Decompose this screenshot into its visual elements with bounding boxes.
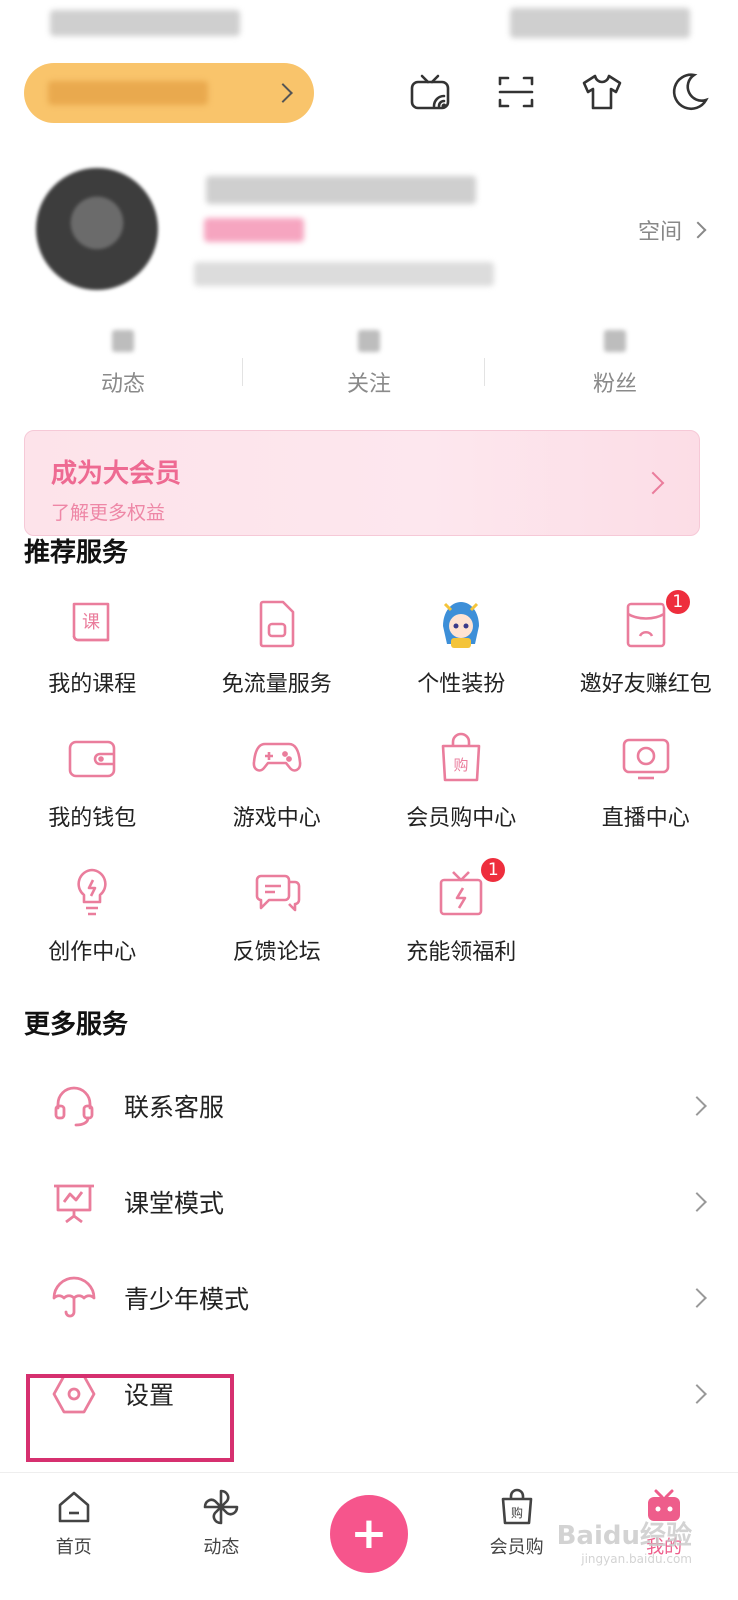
vip-status-text-redacted (48, 81, 208, 105)
settings-highlight-box (26, 1374, 234, 1462)
nav-publish[interactable]: + (295, 1473, 443, 1600)
avatar[interactable] (36, 168, 158, 290)
nav-label: 动态 (203, 1537, 240, 1558)
username-redacted (206, 176, 476, 204)
space-link[interactable]: 空间 (637, 214, 707, 246)
nav-label: 首页 (55, 1537, 92, 1558)
stat-count-redacted (604, 330, 626, 352)
chevron-right-icon (273, 83, 293, 103)
service-label: 充能领福利 (406, 940, 517, 965)
pinwheel-icon (204, 1489, 239, 1525)
umbrella-icon (52, 1276, 96, 1318)
chevron-right-icon (687, 1192, 707, 1212)
notification-badge: 1 (663, 588, 692, 616)
shopping-bag-icon: 购 (501, 1488, 532, 1525)
chevron-right-icon (687, 1096, 707, 1116)
recommended-section-title: 推荐服务 (24, 538, 129, 568)
stat-count-redacted (358, 330, 380, 352)
course-book-icon: 课 (72, 602, 110, 642)
stat-following[interactable]: 关注 (246, 330, 492, 398)
watermark-sub: jingyan.baidu.com (581, 1552, 692, 1566)
blackboard-icon (54, 1184, 94, 1224)
service-label: 创作中心 (48, 940, 137, 965)
gamepad-icon (252, 742, 302, 772)
row-label: 联系客服 (124, 1093, 225, 1122)
svg-text:课: 课 (82, 612, 100, 633)
recommended-services-grid: 课 我的课程 免流量服务 个性装扮 1 邀好友赚红包 我的钱包 游戏中心 购 会… (0, 588, 738, 966)
chevron-right-icon (689, 221, 707, 239)
service-feedback-forum[interactable]: 反馈论坛 (185, 864, 370, 966)
chevron-right-icon (687, 1288, 707, 1308)
contact-support-row[interactable]: 联系客服 (0, 1058, 738, 1154)
lightbulb-icon (77, 868, 107, 916)
stat-label: 关注 (346, 372, 391, 397)
stat-label: 动态 (100, 372, 145, 397)
home-icon (58, 1491, 90, 1523)
scan-icon[interactable] (494, 70, 538, 114)
watermark: Baidu经验 jingyan.baidu.com (557, 1515, 692, 1566)
sim-card-icon (259, 600, 295, 648)
nav-dynamics[interactable]: 动态 (148, 1473, 296, 1600)
status-bar-left (50, 10, 240, 36)
nav-label: 会员购 (489, 1537, 544, 1558)
service-label: 反馈论坛 (232, 940, 321, 965)
service-label: 游戏中心 (232, 806, 321, 831)
service-personal-dressup[interactable]: 个性装扮 (369, 596, 554, 698)
service-label: 免流量服务 (221, 672, 332, 697)
wallet-icon (68, 740, 116, 778)
moon-icon[interactable] (666, 70, 710, 114)
tv-cast-icon[interactable] (408, 70, 452, 114)
row-label: 青少年模式 (124, 1285, 250, 1314)
service-game-center[interactable]: 游戏中心 (185, 730, 370, 832)
service-wallet[interactable]: 我的钱包 (0, 730, 185, 832)
shopping-bag-icon: 购 (441, 732, 481, 782)
service-label: 我的钱包 (48, 806, 137, 831)
service-label: 个性装扮 (417, 672, 506, 697)
service-label: 我的课程 (48, 672, 137, 697)
plus-icon: + (350, 1508, 388, 1559)
classroom-mode-row[interactable]: 课堂模式 (0, 1154, 738, 1250)
vip-banner-title: 成为大会员 (51, 459, 182, 489)
plus-button[interactable]: + (329, 1495, 408, 1573)
service-vip-shop[interactable]: 购 会员购中心 (369, 730, 554, 832)
status-bar-right (510, 8, 690, 38)
stat-dynamics[interactable]: 动态 (0, 330, 246, 398)
anime-character-icon (443, 602, 480, 648)
service-my-courses[interactable]: 课 我的课程 (0, 596, 185, 698)
service-label: 邀好友赚红包 (579, 672, 712, 697)
youth-mode-row[interactable]: 青少年模式 (0, 1250, 738, 1346)
vip-banner-subtitle: 了解更多权益 (51, 502, 166, 524)
service-charge-rewards[interactable]: 1 充能领福利 (369, 856, 554, 966)
svg-text:购: 购 (511, 1505, 523, 1520)
service-label: 直播中心 (601, 806, 690, 831)
headset-icon (54, 1086, 94, 1127)
top-toolbar (408, 70, 710, 114)
stat-count-redacted (112, 330, 134, 352)
nav-home[interactable]: 首页 (0, 1473, 148, 1600)
service-data-free[interactable]: 免流量服务 (185, 596, 370, 698)
profile-info-redacted (194, 262, 494, 286)
row-label: 课堂模式 (124, 1189, 225, 1218)
stat-label: 粉丝 (592, 372, 637, 397)
space-label: 空间 (637, 220, 682, 245)
service-creator-center[interactable]: 创作中心 (0, 864, 185, 966)
tv-icon (622, 738, 670, 780)
divider (242, 358, 243, 386)
tshirt-icon[interactable] (580, 70, 624, 114)
watermark-text: Baidu经验 (556, 1521, 692, 1551)
divider (484, 358, 485, 386)
vip-status-pill[interactable] (24, 63, 314, 123)
service-live-center[interactable]: 直播中心 (554, 730, 738, 832)
chevron-right-icon (687, 1384, 707, 1404)
member-tag-redacted (204, 218, 304, 242)
more-section-title: 更多服务 (24, 1010, 129, 1040)
chat-bubbles-icon (255, 874, 301, 912)
vip-banner[interactable]: 成为大会员 了解更多权益 (24, 430, 700, 536)
service-invite-friends[interactable]: 1 邀好友赚红包 (554, 588, 738, 698)
stats-row: 动态 关注 粉丝 (0, 330, 738, 398)
service-label: 会员购中心 (406, 806, 517, 831)
svg-text:购: 购 (454, 756, 469, 774)
notification-badge: 1 (479, 856, 508, 884)
stat-fans[interactable]: 粉丝 (492, 330, 738, 398)
